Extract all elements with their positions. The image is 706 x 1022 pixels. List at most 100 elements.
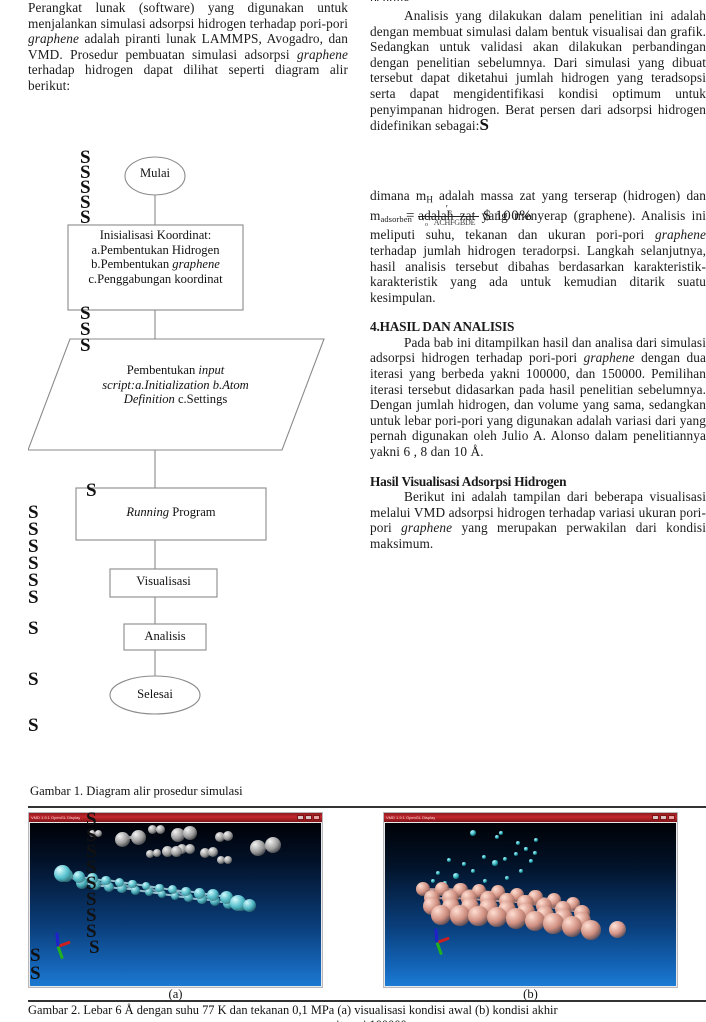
- atom-sphere: [153, 849, 161, 857]
- p1-italic-graphene-2: graphene: [296, 46, 348, 62]
- artifact-glyph-5: S: [80, 207, 91, 228]
- vmd-screenshot-b: VMD 1.9.1 OpenGL Display: [383, 812, 678, 988]
- atom-sphere: [528, 858, 534, 864]
- rp3-seg-b: dengan dua iterasi yang berbeda yakni 10…: [370, 350, 706, 460]
- atom-sphere: [101, 875, 111, 886]
- atom-sphere: [242, 898, 256, 912]
- atom-sphere: [431, 879, 435, 883]
- atom-sphere: [503, 857, 507, 861]
- artifact-glyph-fig-11: S: [30, 963, 41, 984]
- atom-sphere: [462, 862, 466, 866]
- atom-sphere: [155, 883, 164, 893]
- equation-numerator: ′ₒ: [445, 202, 453, 215]
- atom-sphere: [130, 829, 146, 845]
- figure-2-top-rule: [28, 806, 706, 808]
- axis-gizmo-icon: [427, 923, 461, 957]
- close-icon[interactable]: [313, 815, 320, 820]
- shape-start-ellipse: [124, 156, 186, 196]
- minimize-icon[interactable]: [297, 815, 304, 820]
- figure-2: VMD 1.9.1 OpenGL Display (a) VMD 1.9.1 O…: [28, 806, 706, 1022]
- left-paragraph-1: Perangkat lunak (software) yang digunaka…: [28, 0, 348, 94]
- maximize-icon[interactable]: [305, 815, 312, 820]
- flowchart-gambar-1: Mulai Inisialisasi Koordinat: a.Pembentu…: [28, 148, 358, 778]
- atom-sphere: [250, 840, 266, 856]
- artifact-glyph-11: S: [28, 519, 39, 540]
- atom-sphere: [524, 910, 545, 931]
- shape-init-box: [67, 224, 244, 311]
- atom-sphere: [533, 851, 537, 855]
- figure-2-bottom-rule: [28, 1000, 706, 1002]
- vmd-screenshot-a: VMD 1.9.1 OpenGL Display: [28, 812, 323, 988]
- figure-2-caption-line2: iterasi 100000.: [28, 1018, 706, 1022]
- artifact-glyph-10: S: [28, 502, 39, 523]
- artifact-glyph-14: S: [28, 570, 39, 591]
- atom-sphere: [170, 845, 182, 857]
- rp1-text: Analisis yang dilakukan dalam penelitian…: [370, 8, 706, 134]
- atom-sphere: [73, 870, 86, 883]
- atom-sphere: [208, 847, 218, 857]
- atom-sphere: [483, 879, 487, 883]
- atom-sphere: [446, 857, 452, 863]
- shape-visualisasi-box: [109, 568, 218, 598]
- atom-sphere: [487, 906, 508, 928]
- atom-sphere: [524, 847, 528, 851]
- heading-hasil-visualisasi: Hasil Visualisasi Adsorpsi Hidrogen: [370, 473, 567, 489]
- rp4-italic-graphene: graphene: [401, 520, 453, 536]
- atom-sphere: [516, 841, 520, 845]
- figure-1-caption: Gambar 1. Diagram alir prosedur simulasi: [30, 784, 243, 798]
- minimize-icon[interactable]: [652, 815, 659, 820]
- eq-den-sub: ACHFGBDE: [433, 218, 476, 228]
- atom-sphere: [492, 860, 498, 866]
- axis-gizmo-icon: [48, 927, 82, 961]
- artifact-glyph-18: S: [28, 715, 39, 736]
- p1-italic-graphene-1: graphene: [28, 31, 80, 47]
- atom-sphere: [53, 864, 71, 882]
- vmd-window-a: VMD 1.9.1 OpenGL Display: [28, 812, 323, 988]
- document-page: Perangkat lunak (software) yang digunaka…: [0, 0, 706, 1022]
- atom-sphere: [562, 916, 583, 937]
- vmd-canvas-b[interactable]: [385, 823, 676, 986]
- vmd-window-b: VMD 1.9.1 OpenGL Display: [383, 812, 678, 988]
- atom-sphere: [499, 831, 503, 835]
- gizmo-axis: [434, 928, 439, 943]
- atom-sphere: [193, 887, 205, 899]
- eq-den-second: ′: [428, 217, 431, 229]
- equation-times: $: [483, 207, 492, 224]
- vmd-titlebar-a[interactable]: VMD 1.9.1 OpenGL Display: [29, 813, 322, 822]
- artifact-glyph-12: S: [28, 536, 39, 557]
- atom-sphere: [435, 870, 441, 876]
- rp2-seg-d: terhadap jumlah hidrogen teradorpsi. Lan…: [370, 242, 706, 305]
- equation-equals-sign: =: [406, 207, 415, 224]
- figure-2-caption: Gambar 2. Lebar 6 Å dengan suhu 77 K dan…: [28, 1003, 706, 1022]
- gizmo-axis: [55, 932, 60, 947]
- atom-sphere: [114, 877, 124, 887]
- atom-sphere: [181, 886, 191, 897]
- vmd-canvas-a[interactable]: [30, 823, 321, 986]
- artifact-glyph-15: S: [28, 587, 39, 608]
- atom-sphere: [494, 834, 500, 840]
- vmd-window-buttons-a[interactable]: [297, 815, 320, 820]
- equation-denominator: ′ₒ֔′ ACHFGBDE: [418, 217, 479, 228]
- maximize-icon[interactable]: [660, 815, 667, 820]
- atom-sphere: [608, 920, 626, 938]
- atom-sphere: [580, 919, 602, 941]
- figure-2-caption-line1: Gambar 2. Lebar 6 Å dengan suhu 77 K dan…: [28, 1003, 558, 1017]
- gizmo-axis: [56, 945, 64, 960]
- atom-sphere: [183, 826, 197, 840]
- equation-fraction: ′ₒ ′ₒ֔′ ACHFGBDE: [418, 202, 480, 228]
- atom-sphere: [265, 837, 281, 853]
- atom-sphere: [533, 837, 539, 843]
- gizmo-axis: [435, 941, 443, 956]
- atom-sphere: [468, 905, 489, 927]
- vmd-titlebar-b[interactable]: VMD 1.9.1 OpenGL Display: [384, 813, 677, 822]
- vmd-window-buttons-b[interactable]: [652, 815, 675, 820]
- artifact-glyph-fig-10: S: [30, 945, 41, 966]
- rp1-trailing-artifact: S: [479, 115, 490, 135]
- atom-sphere: [543, 913, 564, 934]
- atom-sphere: [155, 824, 165, 834]
- shape-analisis-box: [123, 623, 207, 651]
- heading-hasil-dan-analisis: 4.HASIL DAN ANALISIS: [370, 319, 515, 335]
- right-paragraph-4: Berikut ini adalah tampilan dari beberap…: [370, 489, 706, 551]
- close-icon[interactable]: [668, 815, 675, 820]
- atom-sphere: [505, 876, 509, 880]
